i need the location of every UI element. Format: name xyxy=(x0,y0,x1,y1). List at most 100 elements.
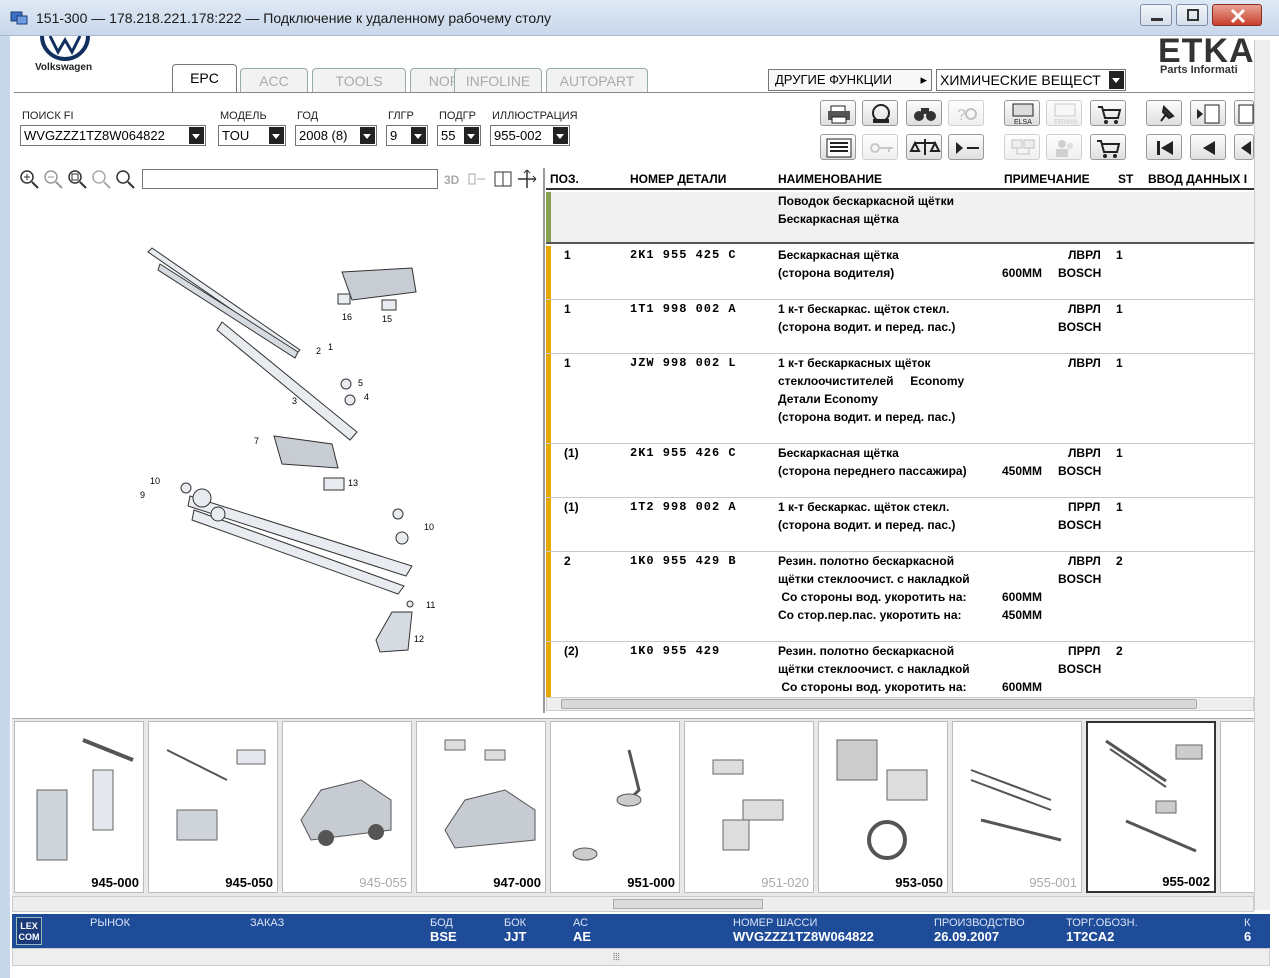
callout-16: 16 xyxy=(342,312,352,322)
window-vertical-scrollbar[interactable] xyxy=(1254,40,1270,910)
elsa-button[interactable]: ELSA xyxy=(1004,100,1040,126)
list-button[interactable] xyxy=(820,134,856,160)
illustration-search-input[interactable] xyxy=(142,169,438,189)
cart-arrow-button[interactable] xyxy=(1090,100,1126,126)
dealer-button[interactable] xyxy=(862,100,898,126)
illustration-toolbar: 3D xyxy=(12,168,540,190)
back-button[interactable] xyxy=(1234,134,1254,160)
extra-value: 6 xyxy=(1244,929,1252,944)
erwin-button[interactable]: ERWIN xyxy=(1046,100,1082,126)
podgr-select[interactable]: 55 xyxy=(437,125,481,146)
hotspot-button[interactable] xyxy=(466,168,488,190)
minimize-button[interactable] xyxy=(1140,4,1172,26)
tab-acc[interactable]: ACC xyxy=(240,68,308,92)
row-accent xyxy=(546,552,551,641)
row-note-brand: BOSCH xyxy=(1058,266,1102,280)
first-page-button[interactable] xyxy=(1146,134,1182,160)
thumbnail-image xyxy=(836,739,928,860)
prev-page-button[interactable] xyxy=(1190,134,1226,160)
thumbnail[interactable]: 947-000 xyxy=(416,721,546,893)
other-functions-select[interactable]: ХИМИЧЕСКИЕ ВЕЩЕСТ xyxy=(936,69,1126,91)
tab-tools[interactable]: TOOLS xyxy=(312,68,406,92)
binoculars-button[interactable] xyxy=(906,100,942,126)
table-group-header[interactable]: Поводок бескаркасной щётки Бескаркасная … xyxy=(546,192,1254,244)
scrollbar-thumb[interactable] xyxy=(613,899,763,909)
thumbnail[interactable] xyxy=(1220,721,1254,893)
row-st: 1 xyxy=(1116,248,1123,262)
window-title: 151-300 — 178.218.221.178:222 — Подключе… xyxy=(36,10,552,26)
parts-illustration[interactable]: 1 2 3 4 5 7 9 10 11 12 13 15 16 10 xyxy=(12,192,542,716)
thumbnail[interactable]: 945-050 xyxy=(148,721,278,893)
thumbnail[interactable]: 945-000 xyxy=(14,721,144,893)
view-3d-button[interactable]: 3D xyxy=(442,168,464,190)
cart-button[interactable] xyxy=(1090,134,1126,160)
row-name-line: (сторона водит. и перед. пас.) xyxy=(778,518,956,532)
callout-12: 12 xyxy=(414,634,424,644)
table-row[interactable]: 1 JZW 998 002 L 1 к-т бескаркасных щёток… xyxy=(546,354,1254,444)
zoom-fit-button[interactable] xyxy=(66,168,88,190)
table-row[interactable]: 1 2K1 955 425 C Бескаркасная щётка (стор… xyxy=(546,246,1254,300)
search-question-button[interactable]: ? xyxy=(948,100,984,126)
book-back-button[interactable] xyxy=(1190,100,1226,126)
col-note[interactable]: ПРИМЕЧАНИЕ xyxy=(1004,172,1090,186)
move-button[interactable] xyxy=(516,168,538,190)
thumbnail-selected[interactable]: 955-002 xyxy=(1086,721,1216,893)
bod-label: БОД xyxy=(430,917,453,929)
production-label: ПРОИЗВОДСТВО xyxy=(934,917,1025,929)
cart-icon xyxy=(1097,140,1121,158)
thumbnail[interactable]: 955-001 xyxy=(952,721,1082,893)
table-horizontal-scrollbar[interactable] xyxy=(546,697,1254,711)
zoom-area-button[interactable] xyxy=(90,168,112,190)
pin-button[interactable] xyxy=(1146,100,1182,126)
print-button[interactable] xyxy=(820,100,856,126)
close-button[interactable] xyxy=(1212,4,1262,26)
row-part-number: 1T2 998 002 A xyxy=(630,500,737,514)
tab-epc[interactable]: EPC xyxy=(172,64,237,92)
tab-infoline[interactable]: INFOLINE xyxy=(454,68,542,92)
maximize-button[interactable] xyxy=(1176,4,1208,26)
search-fi-select[interactable]: WVGZZZ1TZ8W064822 xyxy=(20,125,206,146)
thumbnail[interactable]: 953-050 xyxy=(818,721,948,893)
zoom-in-button[interactable] xyxy=(18,168,40,190)
row-st: 1 xyxy=(1116,356,1123,370)
table-row[interactable]: 2 1K0 955 429 B Резин. полотно бескаркас… xyxy=(546,552,1254,642)
window-horizontal-scrollbar[interactable]: ⦙⦙⦙ xyxy=(12,948,1270,966)
users-button[interactable] xyxy=(1046,134,1082,160)
split-view-button[interactable] xyxy=(492,168,514,190)
illustration-select[interactable]: 955-002 xyxy=(490,125,570,146)
table-row[interactable]: (1) 1T2 998 002 A 1 к-т бескаркас. щёток… xyxy=(546,498,1254,552)
row-note-side: ПРРЛ xyxy=(1068,500,1101,514)
glgr-select[interactable]: 9 xyxy=(386,125,428,146)
col-name[interactable]: НАИМЕНОВАНИЕ xyxy=(778,172,882,186)
col-part-number[interactable]: НОМЕР ДЕТАЛИ xyxy=(630,172,726,186)
network-button[interactable] xyxy=(1004,134,1040,160)
row-name-line: щётки стеклоочист. с накладкой xyxy=(778,662,970,676)
model-select[interactable]: TOU xyxy=(218,125,286,146)
table-row[interactable]: (2) 1K0 955 429 Резин. полотно бескаркас… xyxy=(546,642,1254,697)
col-st[interactable]: ST xyxy=(1118,172,1133,186)
thumbnail[interactable]: 951-000 xyxy=(550,721,680,893)
tab-autopart[interactable]: AUTOPART xyxy=(546,68,648,92)
thumbnail[interactable]: 945-055 xyxy=(282,721,412,893)
year-select[interactable]: 2008 (8) xyxy=(295,125,377,146)
lexcom-logo: LEX COM xyxy=(16,917,42,945)
back-icon xyxy=(1241,141,1251,155)
notes-button[interactable] xyxy=(1234,100,1254,126)
table-row[interactable]: 1 1T1 998 002 A 1 к-т бескаркас. щёток с… xyxy=(546,300,1254,354)
scale-button[interactable] xyxy=(906,134,942,160)
thumbnail[interactable]: 951-020 xyxy=(684,721,814,893)
scrollbar-thumb[interactable] xyxy=(561,699,1197,709)
other-functions-menu[interactable]: ДРУГИЕ ФУНКЦИИ ▸ xyxy=(768,69,932,91)
market-label: РЫНОК xyxy=(90,917,130,929)
pane-divider[interactable] xyxy=(543,168,545,713)
thumbnails-scrollbar[interactable] xyxy=(12,896,1254,912)
col-data-entry[interactable]: ВВОД ДАННЫХ I xyxy=(1148,172,1247,186)
col-pos[interactable]: ПОЗ. xyxy=(550,172,579,186)
magnifier-button[interactable] xyxy=(114,168,136,190)
table-row[interactable]: (1) 2K1 955 426 C Бескаркасная щётка (ст… xyxy=(546,444,1254,498)
row-accent xyxy=(546,300,551,353)
callout-3: 3 xyxy=(292,396,297,406)
arrow-minus-button[interactable] xyxy=(948,134,984,160)
key-button[interactable] xyxy=(862,134,898,160)
zoom-out-button[interactable] xyxy=(42,168,64,190)
